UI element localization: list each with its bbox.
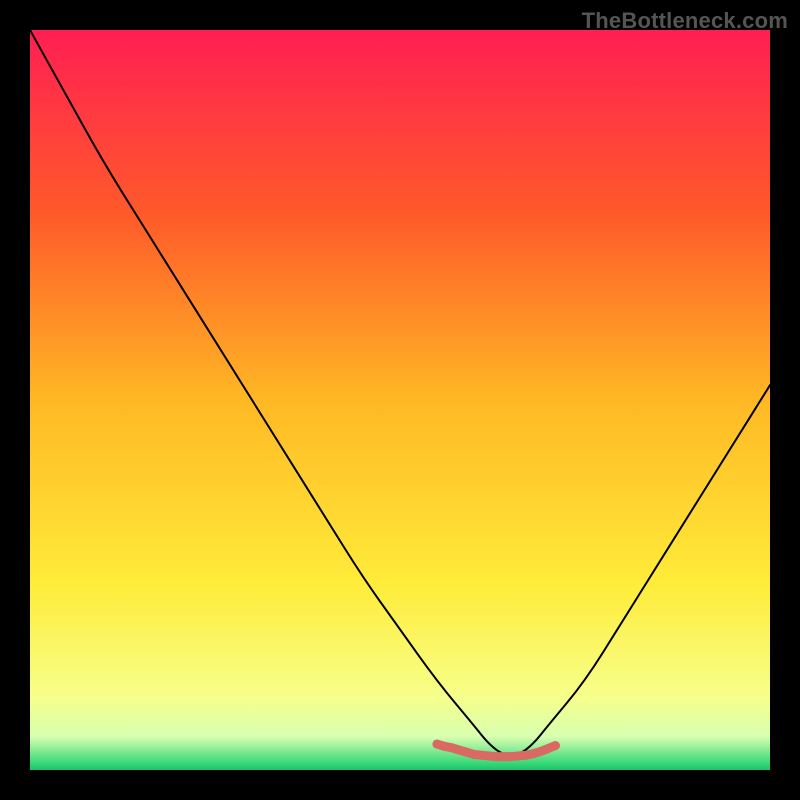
gradient-background — [30, 30, 770, 770]
chart-frame: TheBottleneck.com — [0, 0, 800, 800]
plot-area — [30, 30, 770, 770]
chart-svg — [30, 30, 770, 770]
